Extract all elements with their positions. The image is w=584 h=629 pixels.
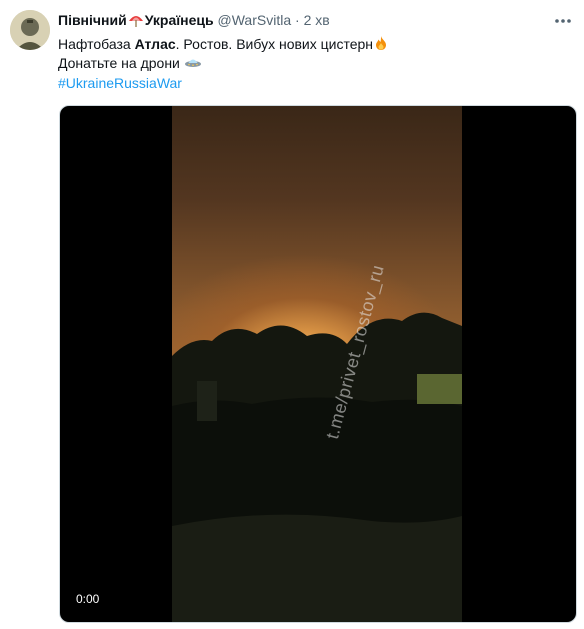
video-frame[interactable]: t.me/privet_rostov_ru [172, 106, 462, 622]
tweet-time[interactable]: 2 хв [304, 12, 330, 28]
video-timestamp: 0:00 [70, 590, 106, 608]
text-segment: . Ростов. Вибух нових цистерн [175, 36, 374, 52]
display-name[interactable]: Північний Українець [58, 12, 218, 28]
tweet-header: Північний Українець @WarSvitla · 2 хв [58, 10, 554, 32]
tweet-text-line-1: Нафтобаза Атлас. Ростов. Вибух нових цис… [58, 35, 389, 56]
separator-dot: · [295, 12, 300, 28]
tweet-text-line-2: Донатьте на дрони [58, 54, 202, 75]
more-icon [555, 19, 571, 23]
video-player[interactable]: t.me/privet_rostov_ru 0:00 [59, 105, 577, 623]
more-button[interactable] [552, 10, 574, 32]
hashtag-link[interactable]: #UkraineRussiaWar [58, 75, 182, 91]
ufo-icon [184, 54, 202, 75]
text-segment: Донатьте на дрони [58, 55, 184, 71]
display-name-part1: Північний [58, 12, 127, 28]
avatar-image [10, 10, 50, 50]
display-name-part2: Українець [144, 12, 214, 28]
avatar[interactable] [10, 10, 50, 50]
fire-icon [373, 35, 389, 56]
tweet: Північний Українець @WarSvitla · 2 хв Наф… [0, 0, 584, 629]
umbrella-flag-icon [128, 12, 144, 33]
user-handle[interactable]: @WarSvitla [218, 12, 292, 28]
tweet-text-line-3: #UkraineRussiaWar [58, 74, 182, 93]
video-scene [172, 312, 462, 622]
bold-text: Атлас [134, 36, 176, 52]
text-segment: Нафтобаза [58, 36, 135, 52]
